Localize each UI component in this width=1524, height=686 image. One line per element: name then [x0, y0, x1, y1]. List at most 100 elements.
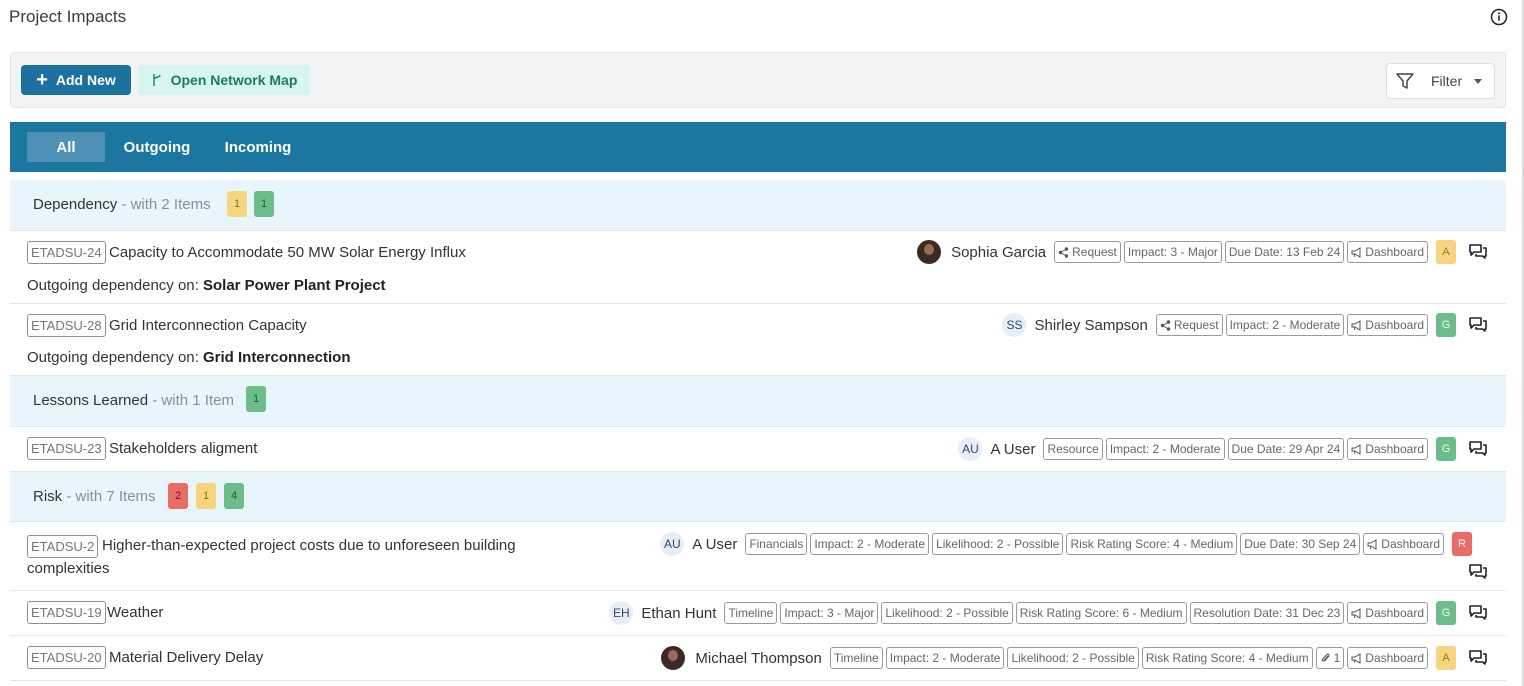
share-icon	[1160, 319, 1171, 331]
tag-type: Financials	[745, 533, 808, 555]
tag-dashboard[interactable]: Dashboard	[1347, 314, 1428, 336]
comments-icon[interactable]	[1468, 648, 1488, 668]
chevron-down-icon	[1474, 78, 1483, 84]
comments-icon[interactable]	[1468, 242, 1488, 262]
tab-label: Outgoing	[123, 138, 191, 156]
tag-dashboard[interactable]: Dashboard	[1347, 438, 1428, 460]
tag-due-date: Due Date: 29 Apr 24	[1227, 438, 1345, 460]
item-meta: EH Ethan Hunt Timeline Impact: 3 - Major…	[609, 601, 1488, 625]
group-header-dependency[interactable]: Dependency - with 2 Items 1 1	[10, 180, 1506, 231]
group-subtitle: - with 1 Item	[152, 392, 234, 409]
group-header-risk[interactable]: Risk - with 7 Items 2 1 4	[10, 472, 1506, 522]
tag-due-date: Due Date: 30 Sep 24	[1240, 533, 1361, 555]
tag-label: Dashboard	[1365, 245, 1424, 259]
comments-icon[interactable]	[1468, 315, 1488, 335]
open-network-map-button[interactable]: Open Network Map	[138, 65, 310, 95]
tag-likelihood: Likelihood: 2 - Possible	[932, 533, 1064, 555]
info-circle-icon[interactable]	[1490, 8, 1508, 26]
count-badge-green: 4	[224, 483, 244, 509]
toolbar: + Add New Open Network Map Filter	[10, 52, 1506, 108]
tag-label: Dashboard	[1365, 318, 1424, 332]
rag-status-badge: G	[1436, 437, 1456, 461]
tag-impact: Impact: 3 - Major	[1123, 241, 1222, 263]
group-label: Lessons Learned - with 1 Item	[33, 392, 234, 409]
tag-label: Dashboard	[1365, 442, 1424, 456]
avatar: AU	[958, 437, 983, 461]
group-label: Risk - with 7 Items	[33, 488, 156, 505]
comments-icon[interactable]	[1468, 562, 1488, 582]
list-item[interactable]: ETADSU-20 Material Delivery Delay Michae…	[10, 636, 1506, 681]
group-subtitle: - with 2 Items	[121, 196, 211, 213]
tag-label: Dashboard	[1381, 537, 1440, 551]
megaphone-icon	[1367, 538, 1377, 550]
tag-risk-score: Risk Rating Score: 4 - Medium	[1141, 647, 1313, 669]
item-id-badge: ETADSU-2	[27, 535, 99, 558]
tag-label: Request	[1173, 318, 1219, 332]
tag-resolution-date: Resolution Date: 31 Dec 23	[1189, 602, 1345, 624]
list-item[interactable]: ETADSU-19 Weather EH Ethan Hunt Timeline…	[10, 591, 1506, 636]
item-id-badge: ETADSU-19	[27, 601, 106, 624]
description-link[interactable]: Grid Interconnection	[203, 349, 351, 366]
item-title[interactable]: Higher-than-expected project costs due t…	[102, 537, 516, 554]
tag-dashboard[interactable]: Dashboard	[1347, 602, 1428, 624]
tab-outgoing[interactable]: Outgoing	[115, 132, 199, 162]
tag-risk-score: Risk Rating Score: 6 - Medium	[1015, 602, 1187, 624]
tab-all[interactable]: All	[27, 132, 105, 162]
add-new-button[interactable]: + Add New	[21, 65, 131, 95]
filter-dropdown[interactable]: Filter	[1386, 63, 1495, 99]
tab-label: Incoming	[224, 138, 292, 156]
tab-label: All	[56, 138, 76, 156]
tag-type: Timeline	[829, 647, 883, 669]
add-new-label: Add New	[55, 72, 116, 88]
item-description: Outgoing dependency on: Grid Interconnec…	[27, 349, 351, 366]
list-item[interactable]: ETADSU-24 Capacity to Accommodate 50 MW …	[10, 231, 1506, 304]
item-description: Outgoing dependency on: Solar Power Plan…	[27, 277, 386, 294]
tag-type: Request	[1054, 241, 1121, 263]
funnel-icon	[1396, 73, 1414, 89]
person-name: Sophia Garcia	[951, 243, 1047, 261]
count-badge-red: 2	[168, 483, 188, 509]
person-name: Shirley Sampson	[1034, 316, 1148, 334]
avatar: SS	[1002, 313, 1027, 337]
comments-icon[interactable]	[1468, 439, 1488, 459]
description-prefix: Outgoing dependency on:	[27, 349, 199, 366]
group-header-lessons-learned[interactable]: Lessons Learned - with 1 Item 1	[10, 376, 1506, 427]
tag-impact: Impact: 2 - Moderate	[1105, 438, 1225, 460]
tag-dashboard[interactable]: Dashboard	[1363, 533, 1444, 555]
tag-attachments[interactable]: 1	[1315, 647, 1345, 669]
tag-type: Timeline	[724, 602, 778, 624]
list-item[interactable]: ETADSU-28 Grid Interconnection Capacity …	[10, 304, 1506, 376]
item-title[interactable]: Material Delivery Delay	[109, 649, 263, 666]
megaphone-icon	[1351, 319, 1361, 331]
paperclip-icon	[1321, 653, 1330, 662]
tag-dashboard[interactable]: Dashboard	[1347, 647, 1428, 669]
item-title[interactable]: Weather	[107, 604, 163, 621]
item-meta: SS Shirley Sampson Request Impact: 2 - M…	[1002, 313, 1488, 337]
item-meta: Sophia Garcia Request Impact: 3 - Major …	[917, 240, 1488, 264]
rag-status-badge: R	[1452, 532, 1472, 556]
person-name: A User	[990, 440, 1036, 458]
item-title[interactable]: Stakeholders aligment	[109, 440, 257, 457]
item-id-badge: ETADSU-23	[27, 437, 106, 460]
tag-impact: Impact: 2 - Moderate	[1225, 314, 1345, 336]
open-network-map-label: Open Network Map	[170, 72, 298, 88]
tag-impact: Impact: 2 - Moderate	[885, 647, 1005, 669]
tag-dashboard[interactable]: Dashboard	[1347, 241, 1428, 263]
description-link[interactable]: Solar Power Plant Project	[203, 277, 386, 294]
comments-icon[interactable]	[1468, 603, 1488, 623]
item-title[interactable]: Capacity to Accommodate 50 MW Solar Ener…	[109, 244, 466, 261]
tag-label: Request	[1072, 245, 1117, 259]
avatar	[661, 646, 686, 670]
list-item[interactable]: ETADSU-23 Stakeholders aligment AU A Use…	[10, 427, 1506, 472]
tag-label: Dashboard	[1365, 651, 1424, 665]
branch-icon	[152, 74, 161, 86]
tag-due-date: Due Date: 13 Feb 24	[1224, 241, 1345, 263]
item-meta: AU A User Resource Impact: 2 - Moderate …	[958, 437, 1488, 461]
person-name: A User	[692, 535, 738, 553]
tag-likelihood: Likelihood: 2 - Possible	[1007, 647, 1139, 669]
person-name: Ethan Hunt	[641, 604, 717, 622]
item-title[interactable]: Grid Interconnection Capacity	[109, 317, 307, 334]
item-title-continued[interactable]: complexities	[27, 560, 110, 577]
list-item[interactable]: ETADSU-2 Higher-than-expected project co…	[10, 522, 1506, 591]
tab-incoming[interactable]: Incoming	[215, 132, 301, 162]
